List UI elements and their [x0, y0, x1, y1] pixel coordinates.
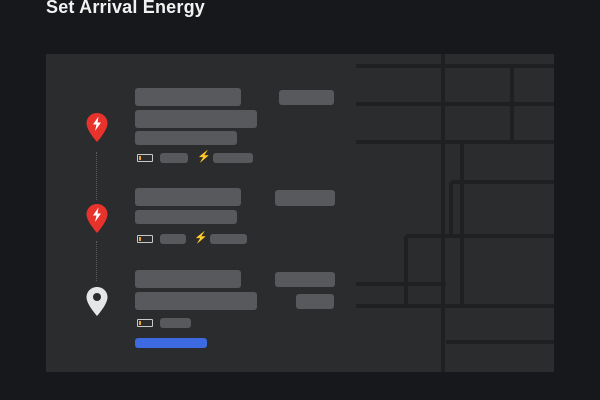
stop-1-charge-time-placeholder: [213, 153, 253, 163]
charger-pin-icon[interactable]: [85, 112, 109, 144]
stop-2-address-placeholder: [135, 210, 237, 224]
battery-icon: [137, 154, 153, 162]
destination-distance-placeholder: [296, 294, 334, 309]
charge-bolt-icon: ⚡: [197, 151, 211, 163]
route-map[interactable]: ⚡ ⚡: [46, 54, 554, 372]
stop-1-detail-placeholder: [135, 131, 237, 145]
destination-arrival-energy-placeholder: [160, 318, 191, 328]
stop-2-time-placeholder: [275, 190, 335, 206]
stop-1-address-placeholder: [135, 110, 257, 128]
stop-1-time-placeholder: [279, 90, 334, 105]
stop-2-charge-time-placeholder: [210, 234, 247, 244]
destination-time-placeholder: [275, 272, 335, 287]
route-connector: [96, 241, 97, 281]
stop-2-arrival-energy-placeholder: [160, 234, 186, 244]
stop-1-arrival-energy-placeholder: [160, 153, 188, 163]
stop-2-name-placeholder: [135, 188, 241, 206]
destination-address-placeholder: [135, 292, 257, 310]
destination-name-placeholder: [135, 270, 241, 288]
stop-1-name-placeholder: [135, 88, 241, 106]
charge-bolt-icon: ⚡: [194, 232, 208, 244]
route-connector: [96, 152, 97, 200]
battery-icon: [137, 319, 153, 327]
destination-pin-icon[interactable]: [85, 286, 109, 318]
page-title: Set Arrival Energy: [46, 0, 205, 17]
set-arrival-energy-button[interactable]: [135, 338, 207, 348]
battery-icon: [137, 235, 153, 243]
charger-pin-icon[interactable]: [85, 203, 109, 235]
